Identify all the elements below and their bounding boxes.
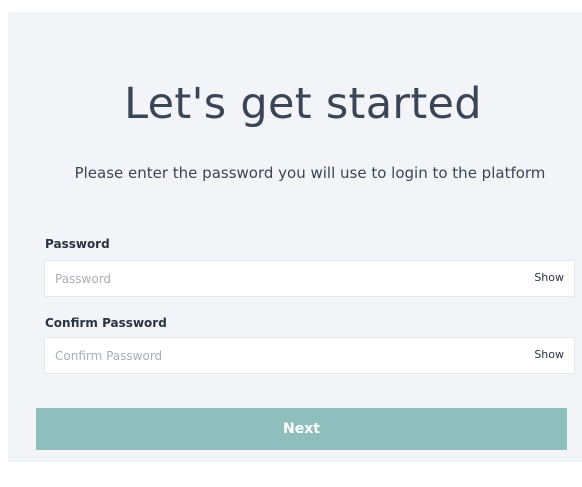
password-label: Password bbox=[45, 237, 110, 251]
password-input[interactable] bbox=[45, 261, 525, 296]
next-button[interactable]: Next bbox=[36, 408, 567, 450]
confirm-password-show-toggle[interactable]: Show bbox=[534, 348, 564, 361]
page-subtitle: Please enter the password you will use t… bbox=[74, 164, 546, 182]
page-title: Let's get started bbox=[124, 79, 482, 129]
confirm-password-label: Confirm Password bbox=[45, 316, 167, 330]
confirm-password-input[interactable] bbox=[45, 338, 525, 373]
password-field: Show bbox=[44, 260, 575, 297]
password-show-toggle[interactable]: Show bbox=[534, 271, 564, 284]
signup-panel: Let's get started Please enter the passw… bbox=[8, 12, 582, 462]
confirm-password-field: Show bbox=[44, 337, 575, 374]
